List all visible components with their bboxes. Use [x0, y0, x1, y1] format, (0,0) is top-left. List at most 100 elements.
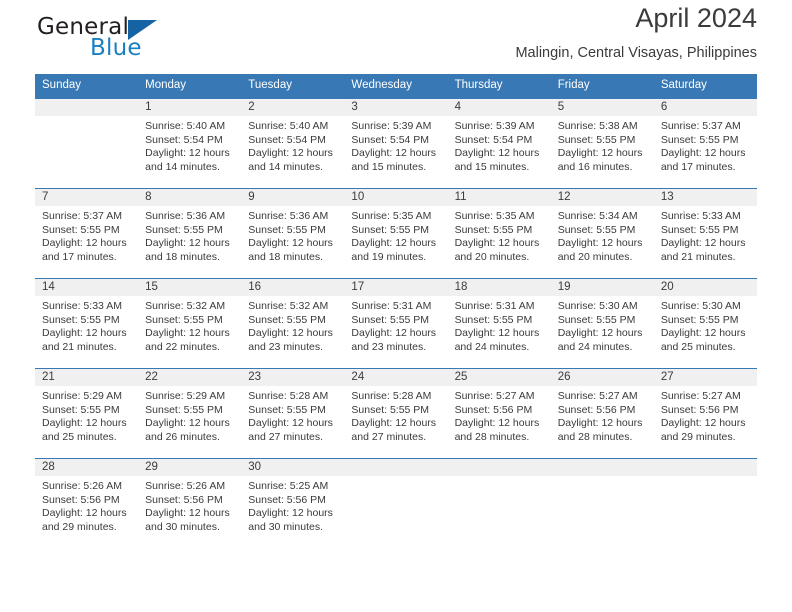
daylight-text: Daylight: 12 hours and 23 minutes.	[351, 327, 437, 353]
day-cell[interactable]: 6 Sunrise: 5:37 AM Sunset: 5:55 PM Dayli…	[653, 99, 757, 188]
day-cell[interactable]	[653, 459, 757, 548]
day-details: Sunrise: 5:36 AM Sunset: 5:55 PM Dayligh…	[241, 206, 344, 264]
day-number	[447, 459, 551, 476]
day-cell[interactable]: 14 Sunrise: 5:33 AM Sunset: 5:55 PM Dayl…	[35, 279, 139, 368]
week-row: 28 Sunrise: 5:26 AM Sunset: 5:56 PM Dayl…	[35, 458, 757, 548]
daylight-text: Daylight: 12 hours and 29 minutes.	[42, 507, 127, 533]
day-number: 12	[550, 189, 654, 206]
day-number: 29	[138, 459, 242, 476]
sunrise-text: Sunrise: 5:33 AM	[42, 300, 122, 312]
day-cell[interactable]: 8 Sunrise: 5:36 AM Sunset: 5:55 PM Dayli…	[138, 189, 242, 278]
day-details: Sunrise: 5:38 AM Sunset: 5:55 PM Dayligh…	[551, 116, 654, 174]
sunrise-text: Sunrise: 5:39 AM	[351, 120, 432, 132]
daylight-text: Daylight: 12 hours and 18 minutes.	[145, 237, 230, 263]
brand-name-blue: Blue	[90, 35, 142, 61]
sunrise-text: Sunrise: 5:32 AM	[248, 300, 329, 312]
sunrise-text: Sunrise: 5:40 AM	[248, 120, 329, 132]
day-cell[interactable]: 19 Sunrise: 5:30 AM Sunset: 5:55 PM Dayl…	[550, 279, 654, 368]
day-number: 4	[447, 99, 551, 116]
day-number: 18	[447, 279, 551, 296]
day-number: 26	[550, 369, 654, 386]
day-cell[interactable]: 3 Sunrise: 5:39 AM Sunset: 5:54 PM Dayli…	[344, 99, 448, 188]
day-details: Sunrise: 5:27 AM Sunset: 5:56 PM Dayligh…	[654, 386, 757, 444]
day-cell[interactable]	[550, 459, 654, 548]
sunrise-text: Sunrise: 5:26 AM	[42, 480, 122, 492]
day-cell[interactable]: 28 Sunrise: 5:26 AM Sunset: 5:56 PM Dayl…	[35, 459, 139, 548]
sunset-text: Sunset: 5:56 PM	[42, 493, 120, 506]
day-cell[interactable]: 7 Sunrise: 5:37 AM Sunset: 5:55 PM Dayli…	[35, 189, 139, 278]
day-number: 19	[550, 279, 654, 296]
day-cell[interactable]: 20 Sunrise: 5:30 AM Sunset: 5:55 PM Dayl…	[653, 279, 757, 368]
day-details: Sunrise: 5:39 AM Sunset: 5:54 PM Dayligh…	[344, 116, 447, 174]
day-cell[interactable]: 17 Sunrise: 5:31 AM Sunset: 5:55 PM Dayl…	[344, 279, 448, 368]
day-cell[interactable]	[35, 99, 139, 188]
sunrise-text: Sunrise: 5:35 AM	[351, 210, 432, 222]
sunset-text: Sunset: 5:56 PM	[454, 403, 533, 416]
sunrise-text: Sunrise: 5:31 AM	[454, 300, 535, 312]
day-cell[interactable]: 24 Sunrise: 5:28 AM Sunset: 5:55 PM Dayl…	[344, 369, 448, 458]
sunset-text: Sunset: 5:56 PM	[557, 403, 636, 416]
sunset-text: Sunset: 5:55 PM	[660, 223, 739, 236]
daylight-text: Daylight: 12 hours and 18 minutes.	[248, 237, 333, 263]
sunrise-text: Sunrise: 5:28 AM	[248, 390, 329, 402]
sunset-text: Sunset: 5:55 PM	[454, 223, 533, 236]
sunrise-text: Sunrise: 5:29 AM	[145, 390, 226, 402]
day-cell[interactable]: 2 Sunrise: 5:40 AM Sunset: 5:54 PM Dayli…	[241, 99, 345, 188]
weekday-wednesday: Wednesday	[351, 79, 412, 91]
day-cell[interactable]: 5 Sunrise: 5:38 AM Sunset: 5:55 PM Dayli…	[550, 99, 654, 188]
day-details: Sunrise: 5:26 AM Sunset: 5:56 PM Dayligh…	[35, 476, 138, 534]
day-cell[interactable]: 1 Sunrise: 5:40 AM Sunset: 5:54 PM Dayli…	[138, 99, 242, 188]
day-cell[interactable]: 12 Sunrise: 5:34 AM Sunset: 5:55 PM Dayl…	[550, 189, 654, 278]
day-cell[interactable]: 13 Sunrise: 5:33 AM Sunset: 5:55 PM Dayl…	[653, 189, 757, 278]
day-number	[653, 459, 757, 476]
sunrise-text: Sunrise: 5:27 AM	[660, 390, 741, 402]
day-cell[interactable]: 16 Sunrise: 5:32 AM Sunset: 5:55 PM Dayl…	[241, 279, 345, 368]
sunset-text: Sunset: 5:55 PM	[42, 313, 120, 326]
daylight-text: Daylight: 12 hours and 27 minutes.	[248, 417, 333, 443]
day-number: 24	[344, 369, 448, 386]
day-number: 21	[35, 369, 139, 386]
sunrise-text: Sunrise: 5:36 AM	[145, 210, 226, 222]
sunset-text: Sunset: 5:55 PM	[557, 223, 636, 236]
day-details: Sunrise: 5:25 AM Sunset: 5:56 PM Dayligh…	[241, 476, 344, 534]
sunrise-text: Sunrise: 5:30 AM	[557, 300, 638, 312]
day-number: 17	[344, 279, 448, 296]
day-details: Sunrise: 5:26 AM Sunset: 5:56 PM Dayligh…	[138, 476, 241, 534]
day-cell[interactable]: 15 Sunrise: 5:32 AM Sunset: 5:55 PM Dayl…	[138, 279, 242, 368]
day-cell[interactable]	[447, 459, 551, 548]
sunset-text: Sunset: 5:55 PM	[660, 313, 739, 326]
day-cell[interactable]: 18 Sunrise: 5:31 AM Sunset: 5:55 PM Dayl…	[447, 279, 551, 368]
sunset-text: Sunset: 5:54 PM	[145, 133, 223, 146]
day-number: 11	[447, 189, 551, 206]
day-cell[interactable]: 23 Sunrise: 5:28 AM Sunset: 5:55 PM Dayl…	[241, 369, 345, 458]
day-cell[interactable]: 22 Sunrise: 5:29 AM Sunset: 5:55 PM Dayl…	[138, 369, 242, 458]
weekday-thursday: Thursday	[454, 79, 503, 91]
week-row: 14 Sunrise: 5:33 AM Sunset: 5:55 PM Dayl…	[35, 278, 757, 368]
day-cell[interactable]: 27 Sunrise: 5:27 AM Sunset: 5:56 PM Dayl…	[653, 369, 757, 458]
day-cell[interactable]: 4 Sunrise: 5:39 AM Sunset: 5:54 PM Dayli…	[447, 99, 551, 188]
day-cell[interactable]: 26 Sunrise: 5:27 AM Sunset: 5:56 PM Dayl…	[550, 369, 654, 458]
day-cell[interactable]: 25 Sunrise: 5:27 AM Sunset: 5:56 PM Dayl…	[447, 369, 551, 458]
week-row: 7 Sunrise: 5:37 AM Sunset: 5:55 PM Dayli…	[35, 188, 757, 278]
sunrise-text: Sunrise: 5:31 AM	[351, 300, 432, 312]
sunset-text: Sunset: 5:56 PM	[660, 403, 739, 416]
day-cell[interactable]: 11 Sunrise: 5:35 AM Sunset: 5:55 PM Dayl…	[447, 189, 551, 278]
page-header: General Blue April 2024 Malingin, Centra…	[35, 0, 757, 74]
sunset-text: Sunset: 5:55 PM	[145, 223, 223, 236]
weekday-friday: Friday	[557, 79, 590, 91]
day-cell[interactable]: 9 Sunrise: 5:36 AM Sunset: 5:55 PM Dayli…	[241, 189, 345, 278]
sunset-text: Sunset: 5:55 PM	[145, 403, 223, 416]
day-cell[interactable]: 10 Sunrise: 5:35 AM Sunset: 5:55 PM Dayl…	[344, 189, 448, 278]
day-cell[interactable]: 29 Sunrise: 5:26 AM Sunset: 5:56 PM Dayl…	[138, 459, 242, 548]
day-cell[interactable]	[344, 459, 448, 548]
day-details: Sunrise: 5:35 AM Sunset: 5:55 PM Dayligh…	[448, 206, 551, 264]
day-cell[interactable]: 30 Sunrise: 5:25 AM Sunset: 5:56 PM Dayl…	[241, 459, 345, 548]
daylight-text: Daylight: 12 hours and 17 minutes.	[660, 147, 746, 173]
sunset-text: Sunset: 5:55 PM	[145, 313, 223, 326]
day-cell[interactable]: 21 Sunrise: 5:29 AM Sunset: 5:55 PM Dayl…	[35, 369, 139, 458]
sunrise-text: Sunrise: 5:34 AM	[557, 210, 638, 222]
day-details: Sunrise: 5:39 AM Sunset: 5:54 PM Dayligh…	[448, 116, 551, 174]
sunset-text: Sunset: 5:55 PM	[557, 313, 636, 326]
brand-logo[interactable]: General Blue	[35, 8, 255, 66]
day-number: 30	[241, 459, 345, 476]
